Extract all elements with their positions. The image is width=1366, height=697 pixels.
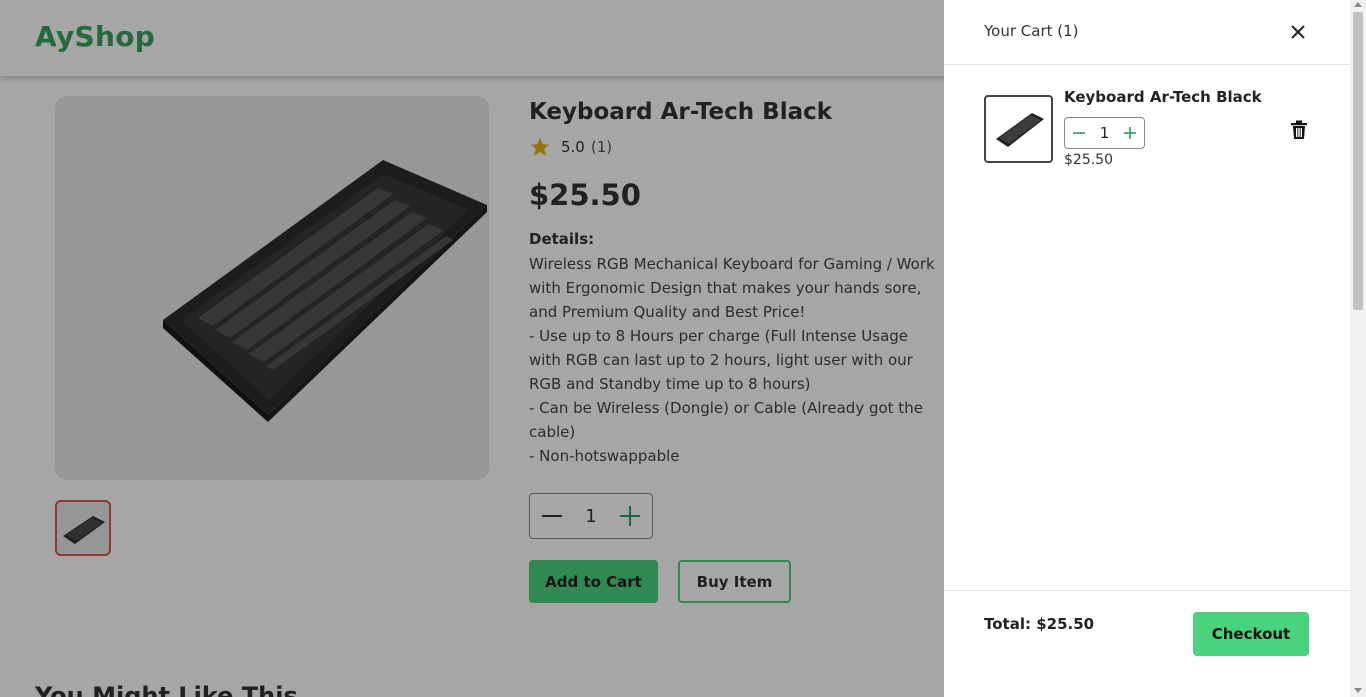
cart-drawer: Your Cart (1) Keyboard Ar-Tech Black 1 $… bbox=[944, 0, 1350, 697]
minus-icon[interactable] bbox=[1071, 125, 1087, 141]
keyboard-image bbox=[996, 113, 1044, 147]
cart-item-name: Keyboard Ar-Tech Black bbox=[1064, 88, 1262, 106]
cart-title: Your Cart (1) bbox=[984, 22, 1079, 40]
scrollbar[interactable] bbox=[1350, 0, 1366, 697]
cart-item-quantity-stepper: 1 bbox=[1064, 117, 1145, 149]
cart-total: Total: $25.50 bbox=[984, 615, 1095, 633]
cart-item-price: $25.50 bbox=[1064, 152, 1113, 168]
cart-item-quantity: 1 bbox=[1099, 124, 1110, 142]
modal-backdrop[interactable] bbox=[0, 0, 944, 697]
cart-item-image bbox=[984, 95, 1053, 163]
close-icon[interactable] bbox=[1288, 22, 1308, 42]
cart-footer: Total: $25.50 Checkout bbox=[944, 590, 1350, 697]
scrollbar-thumb[interactable] bbox=[1353, 12, 1363, 310]
checkout-button[interactable]: Checkout bbox=[1193, 612, 1309, 656]
scroll-up-arrow-icon[interactable] bbox=[1354, 2, 1362, 7]
trash-icon[interactable] bbox=[1290, 120, 1308, 140]
scroll-down-arrow-icon[interactable] bbox=[1354, 688, 1362, 693]
cart-header: Your Cart (1) bbox=[944, 0, 1350, 65]
cart-item: Keyboard Ar-Tech Black 1 $25.50 bbox=[984, 88, 1314, 178]
plus-icon[interactable] bbox=[1122, 125, 1138, 141]
